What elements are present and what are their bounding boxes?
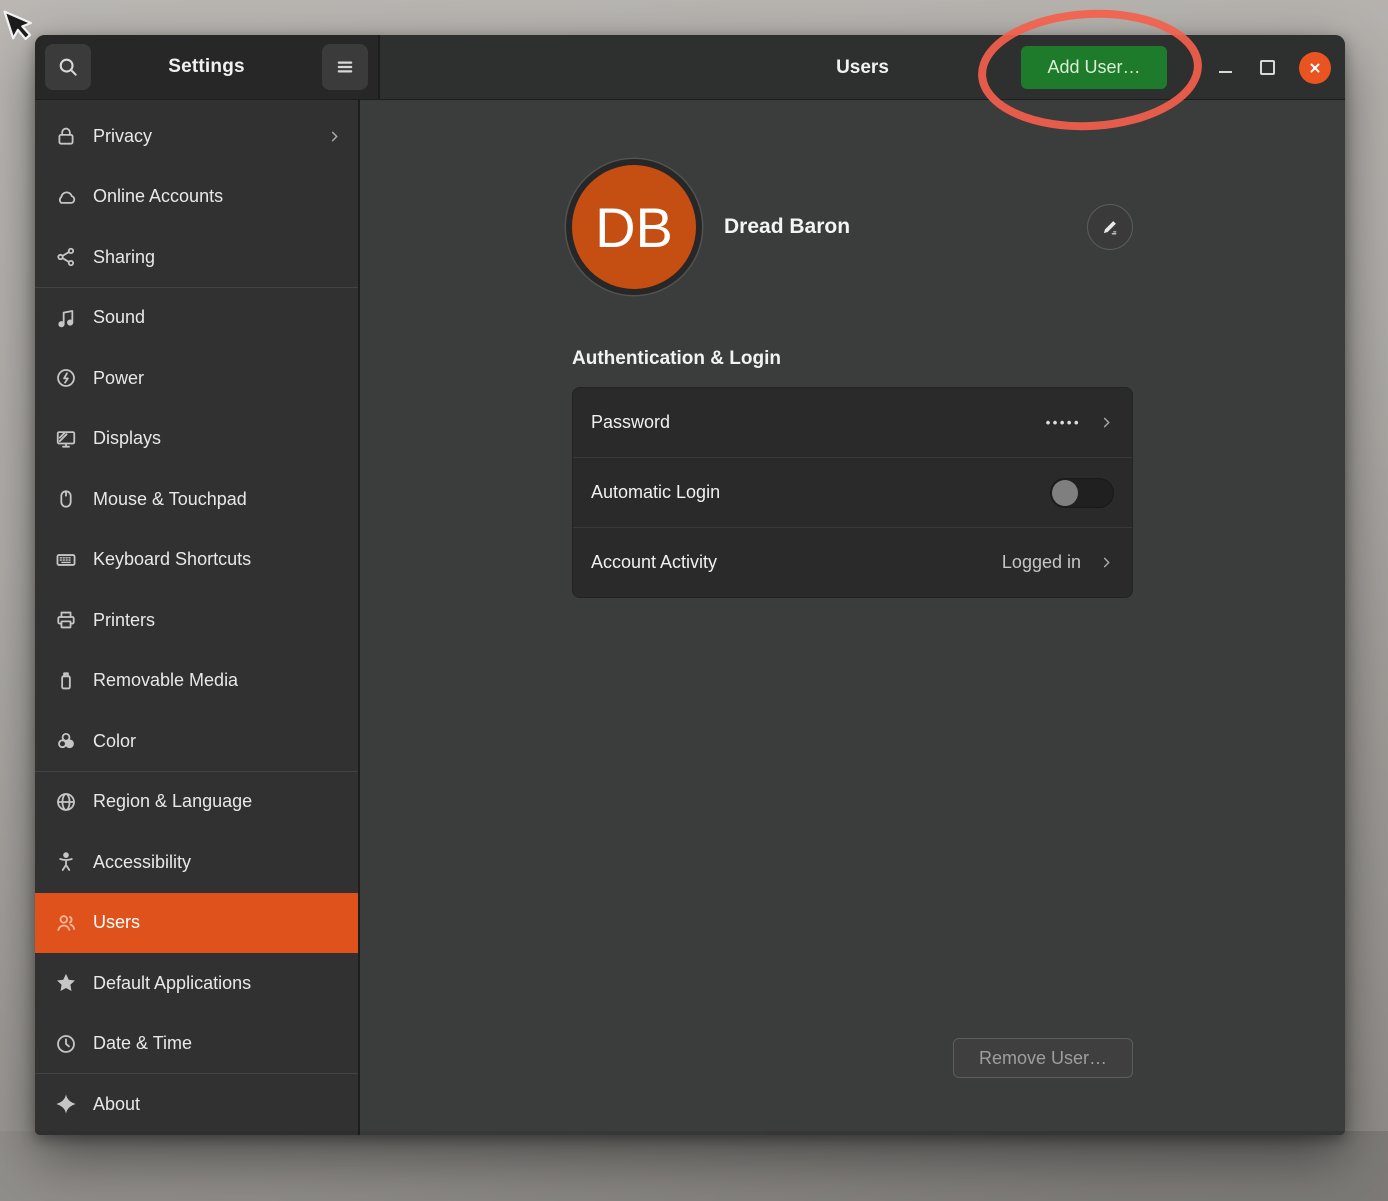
clock-icon bbox=[55, 1033, 77, 1055]
sidebar-item-label: Date & Time bbox=[93, 1033, 192, 1054]
sidebar-item-power[interactable]: Power bbox=[35, 348, 358, 409]
settings-window: Settings Users Add User… bbox=[35, 35, 1345, 1135]
row-label: Automatic Login bbox=[591, 482, 720, 503]
mouse-icon bbox=[55, 488, 77, 510]
chevron-right-icon bbox=[327, 129, 342, 144]
sidebar-item-keyboard-shortcuts[interactable]: Keyboard Shortcuts bbox=[35, 530, 358, 591]
sidebar-item-printers[interactable]: Printers bbox=[35, 590, 358, 651]
sidebar-item-label: Printers bbox=[93, 610, 155, 631]
sidebar-item-online-accounts[interactable]: Online Accounts bbox=[35, 167, 358, 228]
add-user-button[interactable]: Add User… bbox=[1021, 46, 1167, 89]
search-button[interactable] bbox=[45, 44, 91, 90]
users-panel: DB Dread Baron Authentication & Login Pa… bbox=[360, 100, 1345, 1135]
printer-icon bbox=[55, 609, 77, 631]
titlebar: Settings Users Add User… bbox=[35, 35, 1345, 100]
accessibility-icon bbox=[55, 851, 77, 873]
desktop: Settings Users Add User… bbox=[0, 0, 1388, 1201]
sidebar-item-label: Displays bbox=[93, 428, 161, 449]
sidebar-item-label: Sharing bbox=[93, 247, 155, 268]
avatar: DB bbox=[572, 165, 696, 289]
window-controls bbox=[1215, 35, 1331, 100]
sidebar: Privacy Online Accounts Sharing Sound Power D… bbox=[35, 100, 360, 1135]
sidebar-item-users[interactable]: Users bbox=[35, 893, 358, 954]
remove-user-button[interactable]: Remove User… bbox=[953, 1038, 1133, 1078]
sidebar-item-mouse-touchpad[interactable]: Mouse & Touchpad bbox=[35, 469, 358, 530]
sidebar-item-label: Color bbox=[93, 731, 136, 752]
automatic-login-toggle[interactable] bbox=[1050, 478, 1114, 508]
sidebar-item-label: About bbox=[93, 1094, 140, 1115]
row-end: Logged in bbox=[1002, 552, 1114, 573]
sidebar-item-displays[interactable]: Displays bbox=[35, 409, 358, 470]
profile-row: DB Dread Baron bbox=[572, 157, 1133, 297]
row-label: Account Activity bbox=[591, 552, 717, 573]
hamburger-icon bbox=[334, 56, 356, 78]
sidebar-item-label: Power bbox=[93, 368, 144, 389]
search-icon bbox=[57, 56, 79, 78]
edit-name-button[interactable] bbox=[1087, 204, 1133, 250]
maximize-icon[interactable] bbox=[1257, 58, 1277, 78]
minimize-icon[interactable] bbox=[1215, 58, 1235, 78]
sidebar-item-label: Keyboard Shortcuts bbox=[93, 549, 251, 570]
sidebar-item-label: Default Applications bbox=[93, 973, 251, 994]
sidebar-item-date-time[interactable]: Date & Time bbox=[35, 1014, 358, 1075]
pencil-icon bbox=[1100, 217, 1120, 237]
share-icon bbox=[55, 246, 77, 268]
password-row[interactable]: Password ••••• bbox=[573, 388, 1132, 457]
sidebar-header: Settings bbox=[35, 35, 380, 100]
row-label: Password bbox=[591, 412, 670, 433]
sidebar-item-label: Users bbox=[93, 912, 140, 933]
settings-title: Settings bbox=[97, 56, 316, 78]
sidebar-list: Privacy Online Accounts Sharing Sound Power D… bbox=[35, 100, 358, 1135]
user-full-name: Dread Baron bbox=[724, 215, 850, 239]
lock-icon bbox=[55, 125, 77, 147]
sidebar-item-privacy[interactable]: Privacy bbox=[35, 106, 358, 167]
sidebar-item-sharing[interactable]: Sharing bbox=[35, 227, 358, 288]
close-icon[interactable] bbox=[1299, 52, 1331, 84]
sidebar-item-removable-media[interactable]: Removable Media bbox=[35, 651, 358, 712]
account-activity-row[interactable]: Account Activity Logged in bbox=[573, 527, 1132, 597]
sidebar-item-default-applications[interactable]: Default Applications bbox=[35, 953, 358, 1014]
sidebar-item-label: Online Accounts bbox=[93, 186, 223, 207]
star-icon bbox=[55, 972, 77, 994]
main-header: Users Add User… bbox=[380, 35, 1345, 100]
sidebar-item-label: Mouse & Touchpad bbox=[93, 489, 247, 510]
globe-icon bbox=[55, 791, 77, 813]
sidebar-item-sound[interactable]: Sound bbox=[35, 288, 358, 349]
keyboard-icon bbox=[55, 549, 77, 571]
row-value: Logged in bbox=[1002, 552, 1081, 573]
usb-icon bbox=[55, 670, 77, 692]
users-icon bbox=[55, 912, 77, 934]
sidebar-item-label: Accessibility bbox=[93, 852, 191, 873]
sidebar-item-label: Sound bbox=[93, 307, 145, 328]
automatic-login-row[interactable]: Automatic Login bbox=[573, 457, 1132, 527]
chevron-right-icon bbox=[1099, 555, 1114, 570]
window-body: Privacy Online Accounts Sharing Sound Power D… bbox=[35, 100, 1345, 1135]
sidebar-item-label: Removable Media bbox=[93, 670, 238, 691]
display-icon bbox=[55, 428, 77, 450]
sound-icon bbox=[55, 307, 77, 329]
row-end: ••••• bbox=[1046, 415, 1114, 430]
sidebar-item-label: Region & Language bbox=[93, 791, 252, 812]
auth-card: Password ••••• Automatic Login Account Acti… bbox=[572, 387, 1133, 598]
sidebar-item-region-language[interactable]: Region & Language bbox=[35, 772, 358, 833]
power-icon bbox=[55, 367, 77, 389]
color-icon bbox=[55, 730, 77, 752]
menu-button[interactable] bbox=[322, 44, 368, 90]
toggle-knob bbox=[1052, 480, 1078, 506]
sidebar-item-about[interactable]: About bbox=[35, 1074, 358, 1135]
row-end bbox=[1050, 478, 1114, 508]
page-title: Users bbox=[380, 35, 1345, 100]
cloud-icon bbox=[55, 186, 77, 208]
row-value: ••••• bbox=[1046, 415, 1081, 430]
sparkle-icon bbox=[55, 1093, 77, 1115]
sidebar-item-label: Privacy bbox=[93, 126, 152, 147]
chevron-right-icon bbox=[1099, 415, 1114, 430]
sidebar-item-color[interactable]: Color bbox=[35, 711, 358, 772]
sidebar-item-accessibility[interactable]: Accessibility bbox=[35, 832, 358, 893]
section-title: Authentication & Login bbox=[572, 348, 781, 370]
